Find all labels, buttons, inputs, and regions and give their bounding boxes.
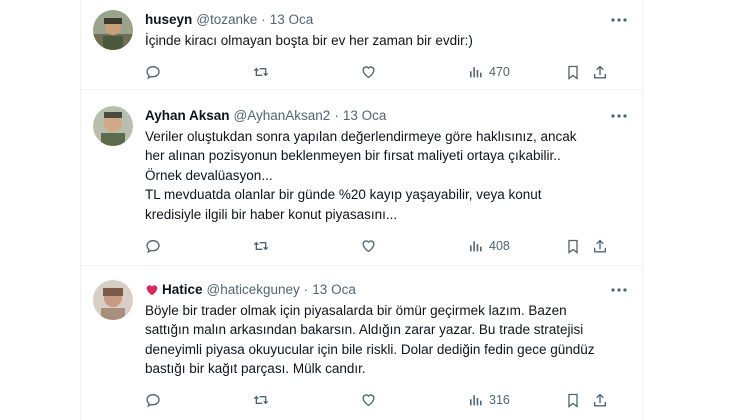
separator-dot: ·	[303, 282, 309, 297]
more-icon[interactable]	[610, 11, 628, 29]
tweet-text-line: TL mevduatda olanlar bir günde %20 kayıp…	[145, 187, 542, 203]
reply-icon	[146, 393, 160, 408]
tweet-text: Veriler oluştukdan sonra yapılan değerle…	[145, 127, 615, 224]
tweet-actions: 316	[145, 390, 625, 410]
reply-button[interactable]	[145, 62, 161, 82]
user-handle[interactable]: @tozanke	[196, 11, 257, 29]
tweet-text-line: sattığın malın arkasından bakarsın. Aldı…	[145, 322, 584, 338]
views-count: 470	[489, 65, 510, 79]
red-heart-icon	[146, 285, 158, 296]
display-name[interactable]: huseyn	[145, 11, 192, 29]
bookmark-icon	[568, 239, 578, 254]
views-icon	[470, 395, 482, 406]
tweet-2[interactable]: Ayhan Aksan @AyhanAksan2 · 13 Oca Verile…	[81, 90, 644, 266]
views-icon	[470, 67, 482, 78]
tweet-3[interactable]: Hatice @haticekguney · 13 Oca Böyle bir …	[81, 266, 644, 420]
share-button[interactable]	[592, 390, 608, 410]
tweet-actions: 470	[145, 62, 625, 82]
retweet-button[interactable]	[252, 390, 270, 410]
retweet-icon	[253, 241, 269, 251]
tweet-date[interactable]: 13 Oca	[312, 281, 356, 299]
bookmark-button[interactable]	[565, 236, 581, 256]
views-button[interactable]: 316	[468, 390, 510, 410]
bookmark-button[interactable]	[565, 62, 581, 82]
tweet-date[interactable]: 13 Oca	[270, 11, 314, 29]
tweet-text: İçinde kiracı olmayan boşta bir ev her z…	[145, 31, 615, 50]
bookmark-icon	[568, 65, 578, 80]
like-button[interactable]	[360, 62, 377, 82]
tweet-text-line: bastığı bir kağıt parçası. Mülk candır.	[145, 361, 366, 377]
like-button[interactable]	[360, 236, 377, 256]
more-icon[interactable]	[610, 107, 628, 125]
views-count: 408	[489, 239, 510, 253]
reply-icon	[146, 239, 160, 254]
reply-button[interactable]	[145, 390, 161, 410]
retweet-icon	[253, 67, 269, 77]
tweet-header: Hatice @haticekguney · 13 Oca	[145, 281, 356, 299]
views-count: 316	[489, 393, 510, 407]
tweet-text-line: Böyle bir trader olmak için piyasalarda …	[145, 303, 567, 318]
tweet-text-line: her alınan pozisyonun beklenmeyen bir fı…	[145, 148, 561, 164]
separator-dot: ·	[261, 12, 266, 27]
views-button[interactable]: 470	[468, 62, 510, 82]
like-button[interactable]	[360, 390, 377, 410]
bookmark-button[interactable]	[565, 390, 581, 410]
user-handle[interactable]: @AyhanAksan2	[234, 107, 331, 125]
user-handle[interactable]: @haticekguney	[207, 281, 300, 299]
tweet-date[interactable]: 13 Oca	[343, 107, 387, 125]
views-button[interactable]: 408	[468, 236, 510, 256]
bookmark-icon	[568, 393, 578, 408]
tweet-1[interactable]: huseyn @tozanke · 13 Oca İçinde kiracı o…	[81, 0, 644, 90]
tweet-text-line: Örnek devalüasyon...	[145, 167, 273, 183]
avatar[interactable]	[93, 10, 133, 50]
tweet-header: Ayhan Aksan @AyhanAksan2 · 13 Oca	[145, 107, 386, 125]
share-button[interactable]	[592, 236, 608, 256]
tweet-text-line: deneyimli piyasa okuyucular için bile ri…	[145, 341, 595, 357]
display-name[interactable]: Ayhan Aksan	[145, 107, 230, 125]
tweet-text: Böyle bir trader olmak için piyasalarda …	[145, 301, 615, 379]
retweet-button[interactable]	[252, 236, 270, 256]
more-icon[interactable]	[610, 281, 628, 299]
tweet-text-line: Veriler oluştukdan sonra yapılan değerle…	[145, 129, 577, 144]
avatar[interactable]	[93, 280, 133, 320]
avatar[interactable]	[93, 106, 133, 146]
tweet-header: huseyn @tozanke · 13 Oca	[145, 11, 313, 29]
tweet-actions: 408	[145, 236, 625, 256]
reply-button[interactable]	[145, 236, 161, 256]
views-icon	[470, 241, 482, 252]
tweet-text-line: kredisiyle ilgili bir haber konut piyasa…	[145, 206, 398, 222]
separator-dot: ·	[334, 108, 339, 123]
like-icon	[362, 240, 375, 253]
like-icon	[362, 66, 375, 79]
retweet-icon	[253, 395, 269, 405]
like-icon	[362, 394, 375, 407]
share-icon	[594, 239, 606, 252]
tweet-feed: huseyn @tozanke · 13 Oca İçinde kiracı o…	[80, 0, 644, 420]
retweet-button[interactable]	[252, 62, 270, 82]
tweet-text-line: İçinde kiracı olmayan boşta bir ev her z…	[145, 33, 473, 48]
reply-icon	[146, 65, 160, 80]
share-icon	[594, 65, 606, 78]
share-icon	[594, 393, 606, 406]
share-button[interactable]	[592, 62, 608, 82]
display-name[interactable]: Hatice	[162, 281, 203, 299]
